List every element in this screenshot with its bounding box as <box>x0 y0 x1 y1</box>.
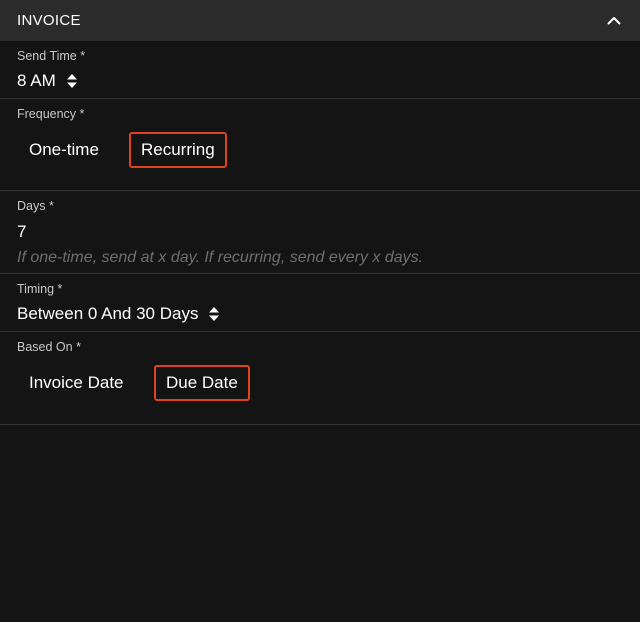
panel-title: INVOICE <box>17 12 81 29</box>
frequency-option-recurring[interactable]: Recurring <box>129 132 227 168</box>
send-time-value: 8 AM <box>17 71 56 90</box>
days-hint: If one-time, send at x day. If recurring… <box>17 249 424 266</box>
timing-select[interactable]: Between 0 And 30 Days <box>17 304 220 324</box>
timing-label: Timing * <box>17 282 63 296</box>
based-on-option-invoice-date[interactable]: Invoice Date <box>19 367 134 399</box>
based-on-section: Based On * Invoice Date Due Date <box>0 332 640 425</box>
invoice-header[interactable]: INVOICE <box>0 0 640 41</box>
frequency-option-one-time[interactable]: One-time <box>19 134 109 166</box>
sort-icon <box>208 306 220 322</box>
sort-icon <box>66 73 78 89</box>
based-on-label: Based On * <box>17 340 81 354</box>
based-on-option-due-date[interactable]: Due Date <box>154 365 250 401</box>
invoice-panel: INVOICE Send Time * 8 AM Frequency * One… <box>0 0 640 622</box>
send-time-section: Send Time * 8 AM <box>0 41 640 99</box>
timing-section: Timing * Between 0 And 30 Days <box>0 274 640 332</box>
timing-value: Between 0 And 30 Days <box>17 304 199 323</box>
chevron-up-icon[interactable] <box>604 11 624 31</box>
frequency-section: Frequency * One-time Recurring <box>0 99 640 191</box>
frequency-label: Frequency * <box>17 107 85 121</box>
days-input[interactable]: 7 <box>17 222 26 242</box>
send-time-select[interactable]: 8 AM <box>17 71 78 91</box>
days-section: Days * 7 If one-time, send at x day. If … <box>0 191 640 274</box>
send-time-label: Send Time * <box>17 49 86 63</box>
days-label: Days * <box>17 199 54 213</box>
